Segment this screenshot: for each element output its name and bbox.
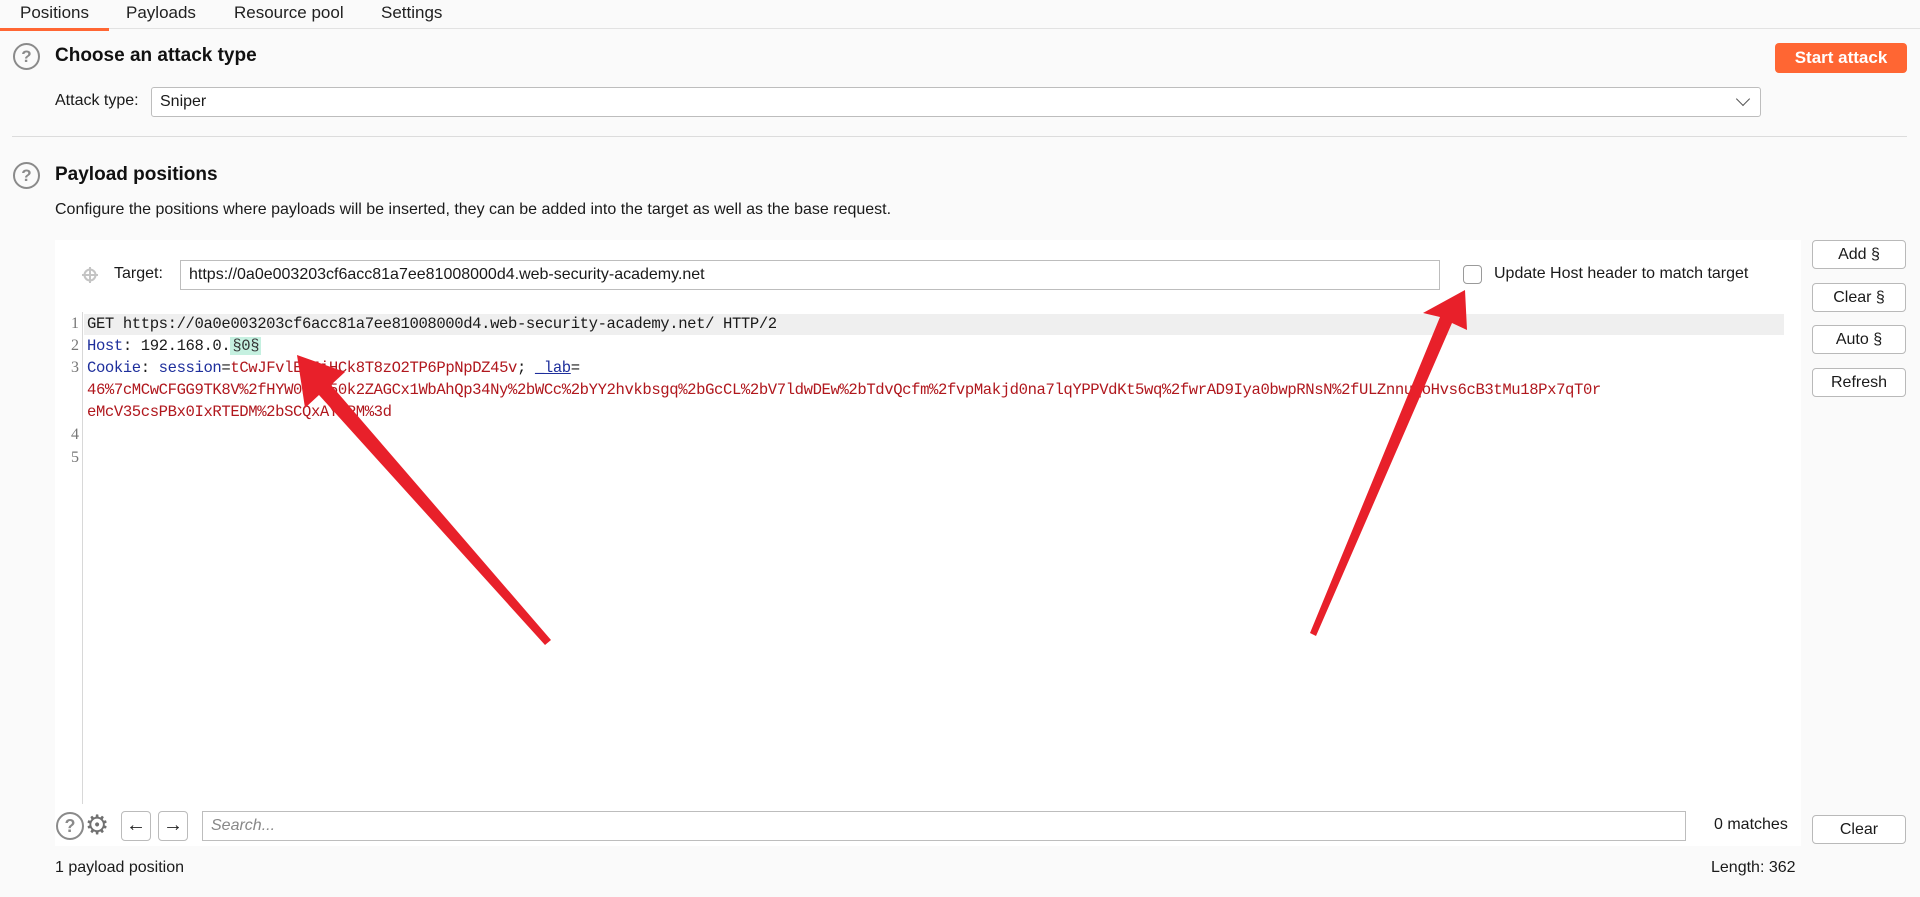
cookie-name: _lab: [534, 359, 571, 377]
request-line: GET https://0a0e003203cf6acc81a7ee810080…: [87, 315, 777, 333]
host-header-line: Host: 192.168.0. §0§: [87, 337, 262, 355]
arrow-right-icon: →: [163, 814, 183, 836]
gear-icon[interactable]: ⚙: [85, 808, 109, 842]
attack-type-heading: Choose an attack type: [55, 45, 257, 66]
payload-positions-heading: Payload positions: [55, 164, 218, 185]
cookie-value-wrap: eMcV35csPBx0IxRTEDM%2bSCQxAYxPM%3d: [87, 403, 392, 421]
arrow-left-icon: ←: [126, 814, 146, 836]
attack-type-value: Sniper: [160, 93, 207, 110]
attack-type-label: Attack type:: [55, 92, 139, 109]
line-number: 2: [71, 337, 79, 354]
request-length: Length: 362: [1711, 859, 1796, 876]
header-value: 192.168.0.: [140, 337, 231, 355]
crosshair-icon: [82, 267, 98, 283]
header-name: Cookie: [87, 359, 141, 377]
payload-position-count: 1 payload position: [55, 859, 184, 876]
chevron-down-icon: [1735, 91, 1751, 107]
help-icon[interactable]: ?: [13, 162, 40, 189]
tab-resource-pool[interactable]: Resource pool: [234, 3, 344, 23]
payload-marker[interactable]: §0§: [230, 337, 262, 355]
next-match-button[interactable]: →: [158, 811, 188, 841]
tab-bar: Positions Payloads Resource pool Setting…: [0, 0, 1920, 31]
auto-marker-button[interactable]: Auto §: [1812, 325, 1906, 354]
tab-payloads[interactable]: Payloads: [126, 3, 196, 23]
search-input[interactable]: Search...: [202, 811, 1686, 841]
line-number: 4: [71, 426, 79, 443]
line-number-gutter: 1 2 3 4 5: [55, 312, 83, 804]
header-name: Host: [87, 337, 123, 355]
tab-positions[interactable]: Positions: [0, 3, 109, 31]
attack-type-select[interactable]: Sniper: [151, 87, 1761, 117]
match-count: 0 matches: [1714, 816, 1788, 833]
line-number: 3: [71, 359, 79, 376]
line-number: 5: [71, 449, 79, 466]
tab-settings[interactable]: Settings: [381, 3, 442, 23]
target-value: https://0a0e003203cf6acc81a7ee81008000d4…: [189, 266, 705, 283]
refresh-button[interactable]: Refresh: [1812, 368, 1906, 397]
add-marker-button[interactable]: Add §: [1812, 240, 1906, 269]
payload-positions-description: Configure the positions where payloads w…: [55, 201, 892, 218]
clear-marker-button[interactable]: Clear §: [1812, 283, 1906, 312]
start-attack-button[interactable]: Start attack: [1775, 43, 1907, 73]
help-icon[interactable]: ?: [56, 812, 84, 840]
cookie-value-wrap: 46%7cMCwCFGG9TK8V%2fHYW0xUf50k2ZAGCx1WbA…: [87, 381, 1601, 399]
clear-search-button[interactable]: Clear: [1812, 815, 1906, 844]
search-placeholder: Search...: [211, 817, 276, 834]
target-input[interactable]: https://0a0e003203cf6acc81a7ee81008000d4…: [180, 260, 1440, 290]
cookie-header-line: Cookie: session=tCwJFvlEoJiHCk8T8zO2TP6P…: [87, 359, 580, 377]
cookie-name: session: [158, 359, 222, 377]
line-number: 1: [71, 315, 79, 332]
target-label: Target:: [114, 265, 163, 282]
previous-match-button[interactable]: ←: [121, 811, 151, 841]
request-editor[interactable]: 1 2 3 4 5 GET https://0a0e003203cf6acc81…: [55, 312, 1801, 804]
update-host-checkbox[interactable]: [1463, 265, 1482, 284]
cookie-value: tCwJFvlEoJiHCk8T8zO2TP6PpNpDZ45v: [230, 359, 518, 377]
update-host-label: Update Host header to match target: [1494, 265, 1749, 282]
section-divider: [12, 136, 1907, 137]
help-icon[interactable]: ?: [13, 43, 40, 70]
